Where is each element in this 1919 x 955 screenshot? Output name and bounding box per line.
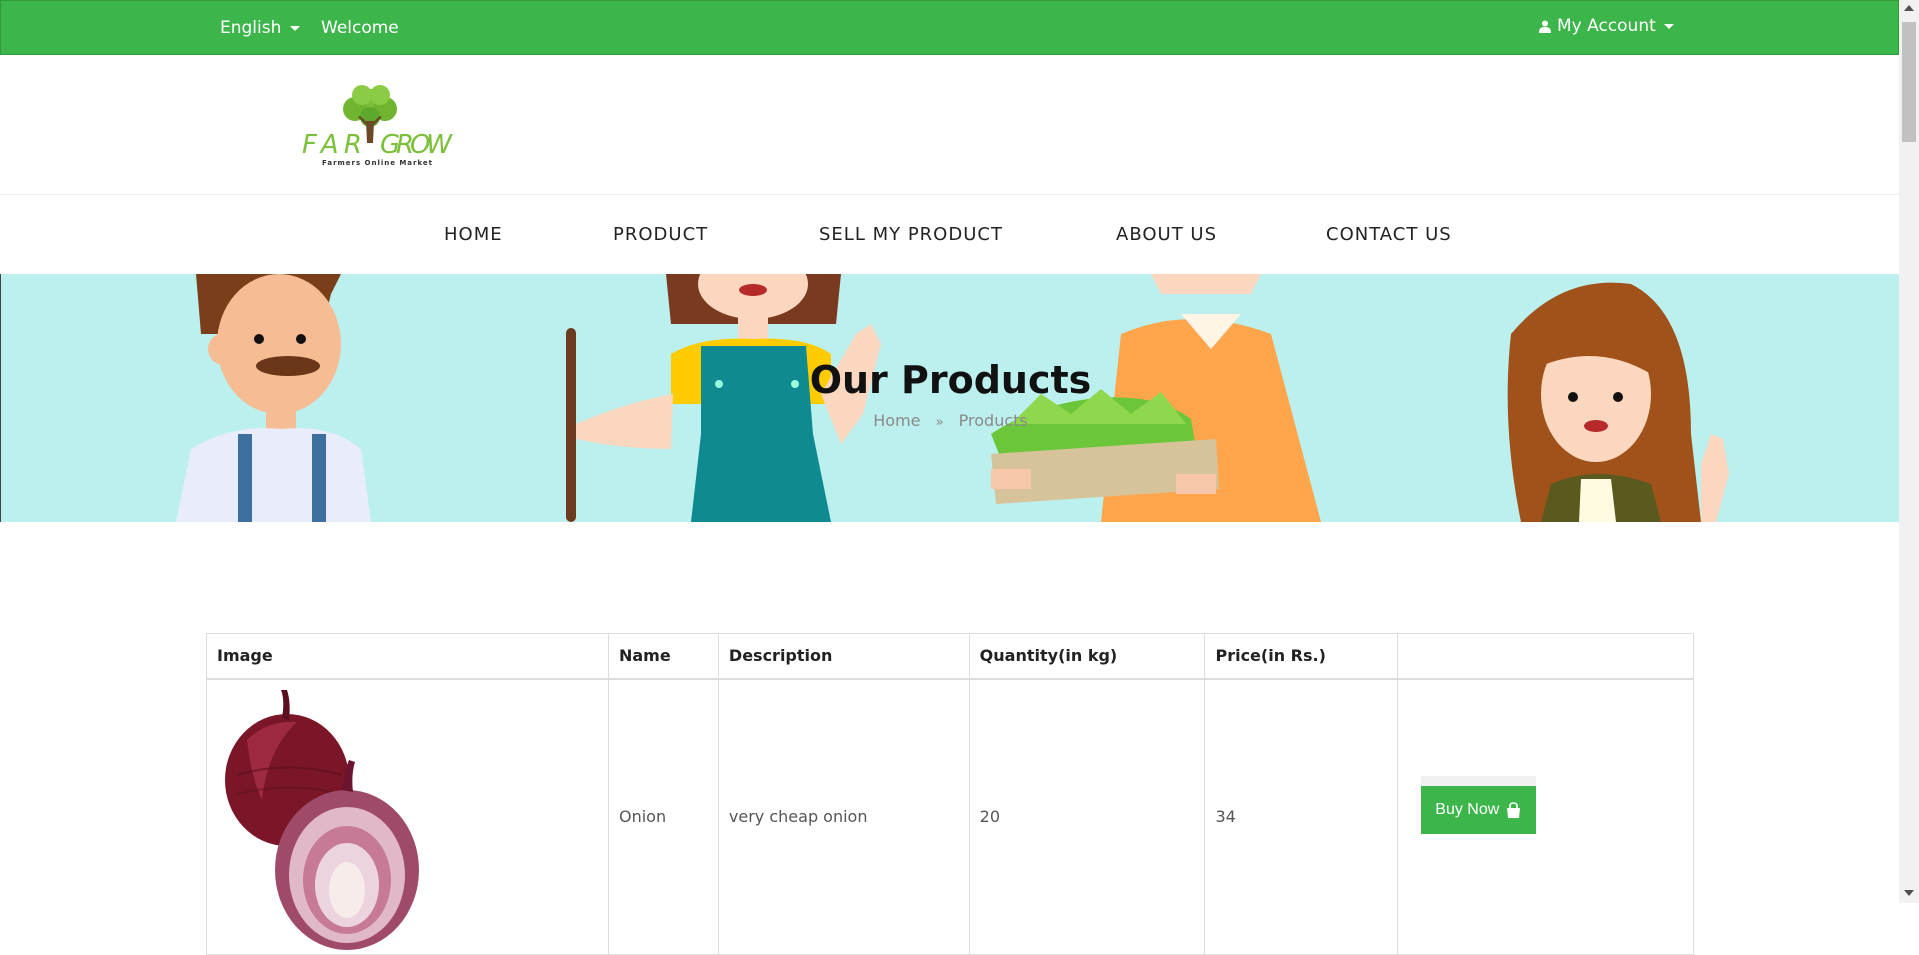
table-row: Onion very cheap onion 20 34 Buy Now (206, 678, 1694, 955)
my-account-label: My Account (1557, 16, 1656, 36)
buy-now-button[interactable]: Buy Now (1421, 786, 1537, 834)
breadcrumb-current: Products (958, 411, 1028, 430)
header-logo-band: FAR GROW Farmers Online Market (0, 55, 1899, 195)
product-name: Onion (607, 678, 719, 955)
product-image-cell (206, 678, 609, 955)
caret-down-icon (289, 25, 300, 31)
breadcrumb-home[interactable]: Home (873, 411, 920, 430)
column-header-image: Image (206, 633, 609, 680)
nav-about-us[interactable]: ABOUT US (1116, 224, 1217, 245)
table-header-row: Image Name Description Quantity(in kg) P… (206, 633, 1694, 680)
farmer-woman-illustration (1507, 282, 1729, 522)
buy-now-label: Buy Now (1435, 801, 1500, 818)
svg-text:GROW: GROW (380, 130, 453, 160)
nav-product[interactable]: PRODUCT (613, 224, 708, 245)
main-nav: HOME PRODUCT SELL MY PRODUCT ABOUT US CO… (0, 196, 1899, 274)
scroll-down-arrow-icon[interactable] (1904, 890, 1914, 896)
language-dropdown[interactable]: English (220, 18, 300, 38)
product-price: 34 (1204, 678, 1399, 955)
product-description: very cheap onion (717, 678, 970, 955)
onion-image (225, 689, 419, 950)
svg-text:FAR: FAR (302, 130, 362, 160)
page-title: Our Products (809, 358, 1092, 402)
language-label: English (220, 18, 282, 38)
vertical-scrollbar[interactable] (1899, 0, 1919, 903)
site-logo[interactable]: FAR GROW Farmers Online Market (300, 81, 455, 171)
caret-down-icon (1663, 23, 1674, 29)
products-table-wrapper: Image Name Description Quantity(in kg) P… (206, 633, 1694, 955)
column-header-description: Description (717, 633, 970, 680)
scrollbar-thumb[interactable] (1902, 22, 1916, 142)
user-icon (1539, 20, 1551, 33)
product-quantity: 20 (968, 678, 1206, 955)
shopping-bag-icon (1507, 801, 1521, 818)
top-bar: English Welcome My Account (0, 0, 1899, 55)
my-account-dropdown[interactable]: My Account (1539, 16, 1674, 36)
breadcrumb: Home » Products (1, 411, 1899, 430)
scroll-up-arrow-icon[interactable] (1904, 5, 1914, 11)
page-banner: Our Products Home » Products (0, 274, 1899, 522)
welcome-text: Welcome (321, 18, 399, 38)
logo-tagline: Farmers Online Market (322, 159, 433, 167)
product-action-cell: Buy Now (1397, 678, 1694, 955)
nav-sell-my-product[interactable]: SELL MY PRODUCT (819, 224, 1003, 245)
products-table: Image Name Description Quantity(in kg) P… (206, 633, 1694, 955)
column-header-price: Price(in Rs.) (1204, 633, 1399, 680)
double-chevron-right-icon: » (935, 415, 944, 430)
column-header-name: Name (607, 633, 719, 680)
column-header-action (1397, 633, 1694, 680)
column-header-quantity: Quantity(in kg) (968, 633, 1206, 680)
nav-contact-us[interactable]: CONTACT US (1326, 224, 1452, 245)
nav-home[interactable]: HOME (444, 224, 503, 245)
